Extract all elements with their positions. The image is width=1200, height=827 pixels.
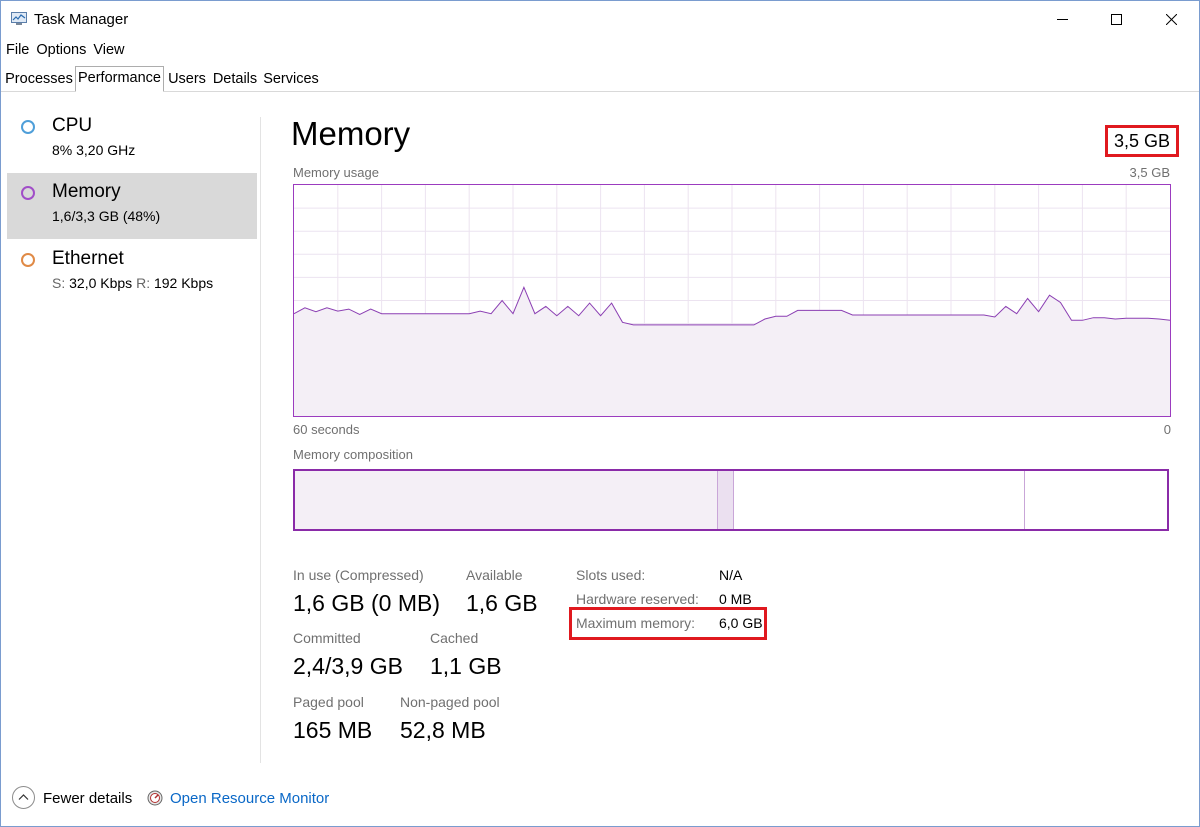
bottom-bar: Fewer details Open Resource Monitor (1, 781, 1199, 817)
time-axis-right: 0 (1163, 422, 1171, 437)
minimize-icon (1056, 18, 1068, 20)
total-memory-badge: 3,5 GB (1105, 125, 1179, 157)
tab-details[interactable]: Details (210, 68, 260, 90)
non-paged-pool-value: 52,8 MB (400, 717, 486, 743)
memory-composition-bar (293, 469, 1169, 531)
sidebar-item-title: Ethernet (52, 248, 124, 269)
memory-indicator-icon (21, 186, 35, 200)
memory-usage-chart (293, 184, 1171, 417)
cached-label: Cached (430, 630, 479, 646)
composition-modified (718, 471, 734, 529)
maximize-button[interactable] (1093, 1, 1139, 37)
sidebar-item-title: Memory (52, 181, 121, 202)
hardware-reserved-value: 0 MB (719, 591, 752, 607)
time-axis-left: 60 seconds (293, 422, 360, 437)
receive-label: R: (136, 275, 151, 291)
slots-used-label: Slots used: (576, 567, 646, 583)
memory-usage-max: 3,5 GB (1129, 165, 1170, 180)
tab-processes[interactable]: Processes (5, 68, 73, 90)
composition-standby (734, 471, 1025, 529)
memory-usage-graph (294, 185, 1170, 416)
open-resource-monitor-link[interactable]: Open Resource Monitor (170, 790, 329, 807)
in-use-label: In use (Compressed) (293, 567, 424, 583)
maximum-memory-highlight (569, 607, 767, 640)
sidebar-item-cpu[interactable]: CPU 8% 3,20 GHz (7, 107, 257, 173)
maximize-icon (1110, 13, 1122, 25)
menu-file[interactable]: File (1, 39, 32, 61)
cpu-indicator-icon (21, 120, 35, 134)
title-bar: Task Manager (1, 1, 1199, 37)
send-label: S: (52, 275, 66, 291)
task-manager-window: Task Manager File Options View Processes… (0, 0, 1200, 827)
memory-composition-label: Memory composition (293, 447, 413, 462)
fewer-details-button[interactable] (12, 786, 35, 809)
paged-pool-value: 165 MB (293, 717, 373, 743)
memory-usage-label: Memory usage (293, 165, 379, 180)
sidebar-divider (260, 117, 261, 763)
tab-services[interactable]: Services (262, 68, 320, 90)
sidebar-item-ethernet[interactable]: Ethernet S: 32,0 Kbps R: 192 Kbps (7, 240, 257, 306)
chevron-up-icon (18, 794, 29, 800)
paged-pool-label: Paged pool (293, 694, 364, 710)
menu-view[interactable]: View (90, 39, 127, 61)
available-value: 1,6 GB (466, 590, 538, 616)
tab-users[interactable]: Users (166, 68, 208, 90)
sidebar-item-title: CPU (52, 115, 93, 136)
sidebar-item-subtitle: 1,6/3,3 GB (48%) (52, 208, 161, 224)
cached-value: 1,1 GB (430, 653, 502, 679)
slots-used-value: N/A (719, 567, 743, 583)
menu-bar: File Options View (1, 39, 129, 61)
send-value: 32,0 Kbps (69, 275, 133, 291)
composition-in-use (295, 471, 718, 529)
close-icon (1165, 13, 1177, 25)
committed-value: 2,4/3,9 GB (293, 653, 403, 679)
tab-strip: Processes Performance Users Details Serv… (1, 65, 1199, 92)
hardware-reserved-label: Hardware reserved: (576, 591, 699, 607)
close-button[interactable] (1148, 1, 1194, 37)
sidebar-item-subtitle: S: 32,0 Kbps R: 192 Kbps (52, 275, 213, 291)
tab-performance[interactable]: Performance (75, 66, 164, 92)
composition-free (1025, 471, 1167, 529)
sidebar-item-memory[interactable]: Memory 1,6/3,3 GB (48%) (7, 173, 257, 239)
sidebar-item-subtitle: 8% 3,20 GHz (52, 142, 136, 158)
non-paged-pool-label: Non-paged pool (400, 694, 500, 710)
task-manager-icon (11, 12, 27, 25)
window-title: Task Manager (34, 11, 129, 28)
menu-options[interactable]: Options (33, 39, 89, 61)
resource-monitor-icon[interactable] (147, 790, 163, 806)
minimize-button[interactable] (1039, 1, 1085, 37)
committed-label: Committed (293, 630, 361, 646)
fewer-details-label[interactable]: Fewer details (43, 790, 132, 807)
page-title: Memory (291, 115, 411, 152)
in-use-value: 1,6 GB (0 MB) (293, 590, 440, 616)
ethernet-indicator-icon (21, 253, 35, 267)
receive-value: 192 Kbps (153, 275, 214, 291)
available-label: Available (466, 567, 523, 583)
